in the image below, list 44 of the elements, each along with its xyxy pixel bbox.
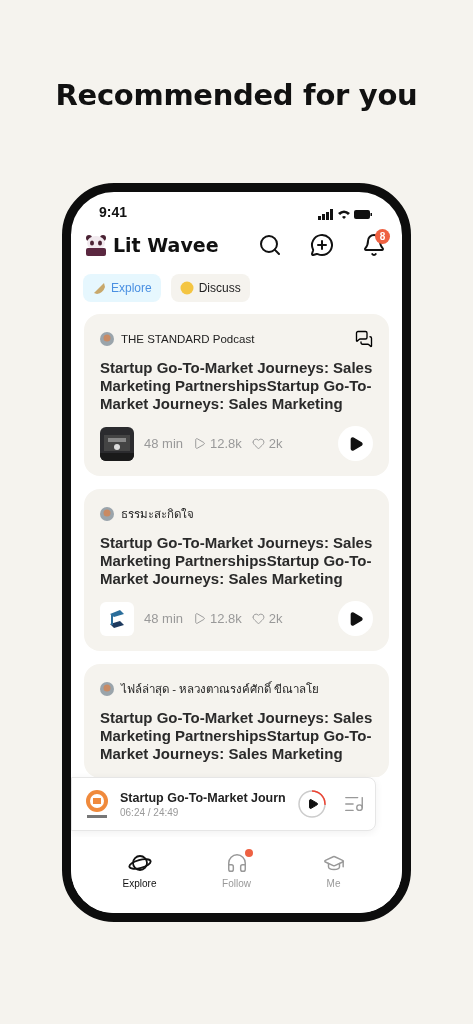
play-count: 12.8k: [210, 611, 242, 626]
nav-tab[interactable]: Explore: [109, 851, 170, 895]
episode-card[interactable]: THE STANDARD Podcast Startup Go-To-Market Journeys: Sales Marketing PartnershipsStartup Go-To-Market Journeys: Sales Marketing 48 min 12.8k 2k: [84, 314, 389, 476]
episode-card[interactable]: ไฟล์ล่าสุด - หลวงตาณรงค์ศักดิ์ ขีณาลโย Startup Go-To-Market Journeys: Sales Marketing PartnershipsStartup Go-To-Market Journeys: Sales Marketing: [84, 664, 389, 777]
like-count: 2k: [268, 436, 283, 451]
player-title: Startup Go-To-Market Journ: [120, 790, 287, 805]
comments-icon[interactable]: [355, 330, 373, 348]
avatar-icon: [100, 507, 114, 521]
mini-player[interactable]: Startup Go-To-Market Journ 06:24 / 24:49: [71, 777, 376, 831]
episode-title: Startup Go-To-Market Journeys: Sales Marketing PartnershipsStartup Go-To-Market Journeys: Sales Marketing: [100, 709, 373, 763]
new-post-button[interactable]: [310, 233, 334, 257]
headphones-icon: [225, 852, 248, 874]
heart-icon: [251, 437, 265, 450]
heart-icon: [251, 612, 265, 625]
duration-text: 48 min: [144, 611, 184, 626]
like-count: 2k: [268, 611, 283, 626]
notification-badge: 8: [375, 229, 390, 244]
avatar-icon: [100, 332, 114, 346]
avatar-icon: [100, 682, 114, 696]
channel-name: THE STANDARD Podcast: [121, 333, 256, 345]
play-button[interactable]: [338, 426, 373, 461]
episode-title: Startup Go-To-Market Journeys: Sales Marketing PartnershipsStartup Go-To-Market Journeys: Sales Marketing: [100, 534, 373, 588]
planet-icon: [127, 852, 152, 874]
episode-card[interactable]: ธรรมะสะกิดใจ Startup Go-To-Market Journeys: Sales Marketing PartnershipsStartup Go-To-Market Journeys: Sales Marketing 48 min 12.8k 2k: [84, 489, 389, 651]
notification-dot: [244, 849, 253, 857]
play-button[interactable]: [338, 601, 373, 636]
duration-text: 48 min: [144, 436, 184, 451]
channel-name: ไฟล์ล่าสุด - หลวงตาณรงค์ศักดิ์ ขีณาลโย: [121, 680, 321, 698]
page-heading: Recommended for you: [55, 78, 418, 114]
play-count-icon: [193, 612, 207, 625]
status-time: 9:41: [99, 204, 128, 220]
channel-name: ธรรมะสะกิดใจ: [121, 507, 195, 522]
panda-logo-icon: [84, 233, 108, 257]
tab[interactable]: Discuss: [170, 274, 250, 302]
app-title: Lit Wavee: [113, 234, 219, 256]
play-count-icon: [193, 437, 207, 450]
channel-logo-icon: [100, 601, 134, 636]
search-button[interactable]: [258, 233, 282, 257]
episode-title: Startup Go-To-Market Journeys: Sales Marketing PartnershipsStartup Go-To-Market Journeys: Sales Marketing: [100, 359, 373, 413]
play-icon[interactable]: [307, 798, 319, 810]
podcast-logo-icon: [84, 789, 110, 819]
player-time: 06:24 / 24:49: [120, 806, 180, 818]
play-count: 12.8k: [210, 436, 242, 451]
status-icons: [318, 209, 372, 220]
